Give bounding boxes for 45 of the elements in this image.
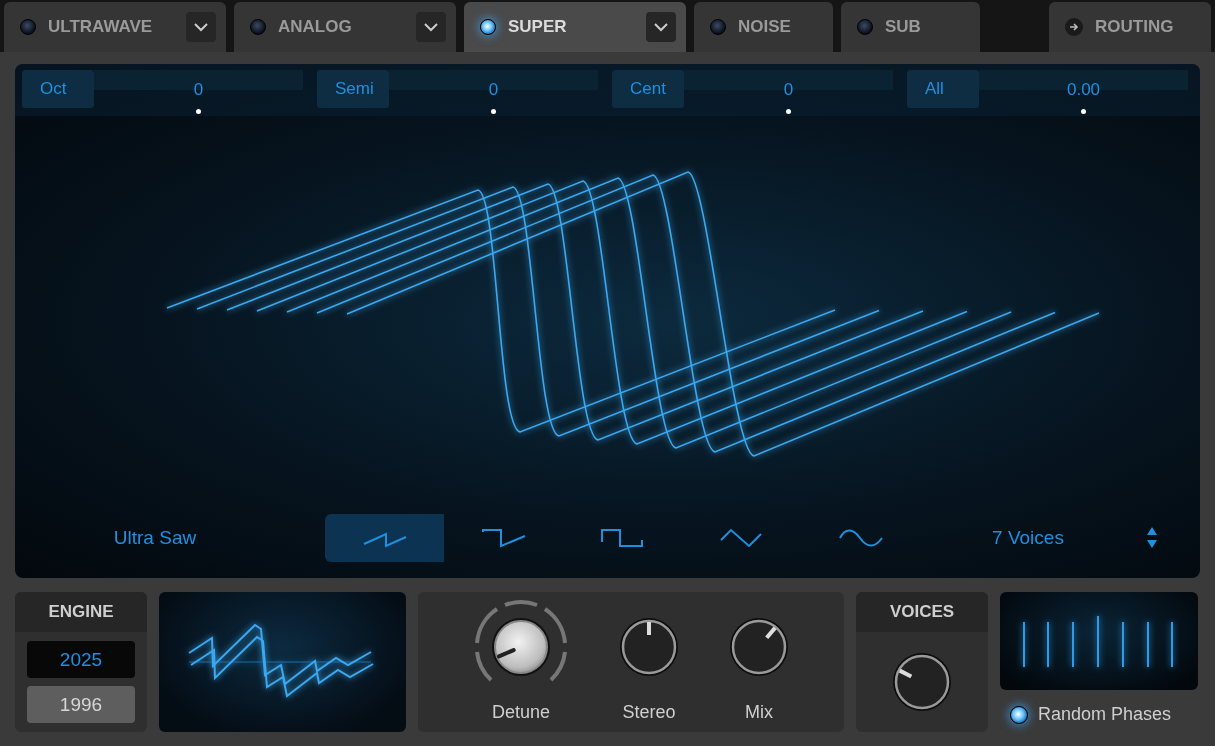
tab-label: SUB	[885, 17, 922, 37]
knob-label: Detune	[491, 702, 550, 723]
tab[interactable]: SUPER	[464, 2, 686, 52]
tab-label: ULTRAWAVE	[48, 17, 154, 37]
waveform-name: Ultra Saw	[112, 526, 198, 550]
chevron-down-icon	[424, 22, 438, 32]
field-label: Cent	[612, 70, 684, 108]
dropdown-button[interactable]	[186, 12, 216, 42]
tab-label: NOISE	[738, 17, 792, 37]
field-label: Semi	[317, 70, 389, 108]
tab[interactable]: NOISE	[694, 2, 833, 52]
tab-label: ANALOG	[278, 17, 353, 37]
field-value: 0	[488, 80, 499, 100]
engine-option[interactable]: 1996	[27, 686, 135, 723]
tab[interactable]: SUB	[841, 2, 980, 52]
tab-label: SUPER	[508, 17, 568, 37]
voice-count: 7 Voices	[992, 527, 1064, 549]
dropdown-button[interactable]	[416, 12, 446, 42]
chevron-down-icon	[654, 22, 668, 32]
tab[interactable]: ROUTING	[1049, 2, 1211, 52]
knob[interactable]	[619, 617, 679, 677]
tab[interactable]: ANALOG	[234, 2, 456, 52]
indicator-dot	[196, 109, 201, 114]
knob[interactable]	[892, 652, 952, 712]
knob[interactable]	[729, 617, 789, 677]
panel-title: ENGINE	[48, 602, 114, 622]
indicator-dot	[1081, 109, 1086, 114]
up-down-arrows-icon	[1146, 526, 1158, 550]
knob-label: Mix	[745, 702, 773, 723]
field-label: All	[907, 70, 979, 108]
engine-option[interactable]: 2025	[27, 641, 135, 678]
field-value: 0	[193, 80, 204, 100]
indicator-dot	[786, 109, 791, 114]
panel-title: VOICES	[889, 602, 955, 622]
dropdown-button[interactable]	[646, 12, 676, 42]
toggle-label: Random Phases	[1038, 704, 1172, 725]
led-toggle[interactable]	[1010, 705, 1028, 724]
tab[interactable]: ULTRAWAVE	[4, 2, 226, 52]
field-label: Oct	[22, 70, 94, 108]
tab-label: ROUTING	[1095, 17, 1175, 37]
field-value: 0.00	[1066, 80, 1101, 100]
knob-label: Stereo	[622, 702, 676, 723]
indicator-dot	[491, 109, 496, 114]
field-value: 0	[783, 80, 794, 100]
chevron-down-icon	[194, 22, 208, 32]
